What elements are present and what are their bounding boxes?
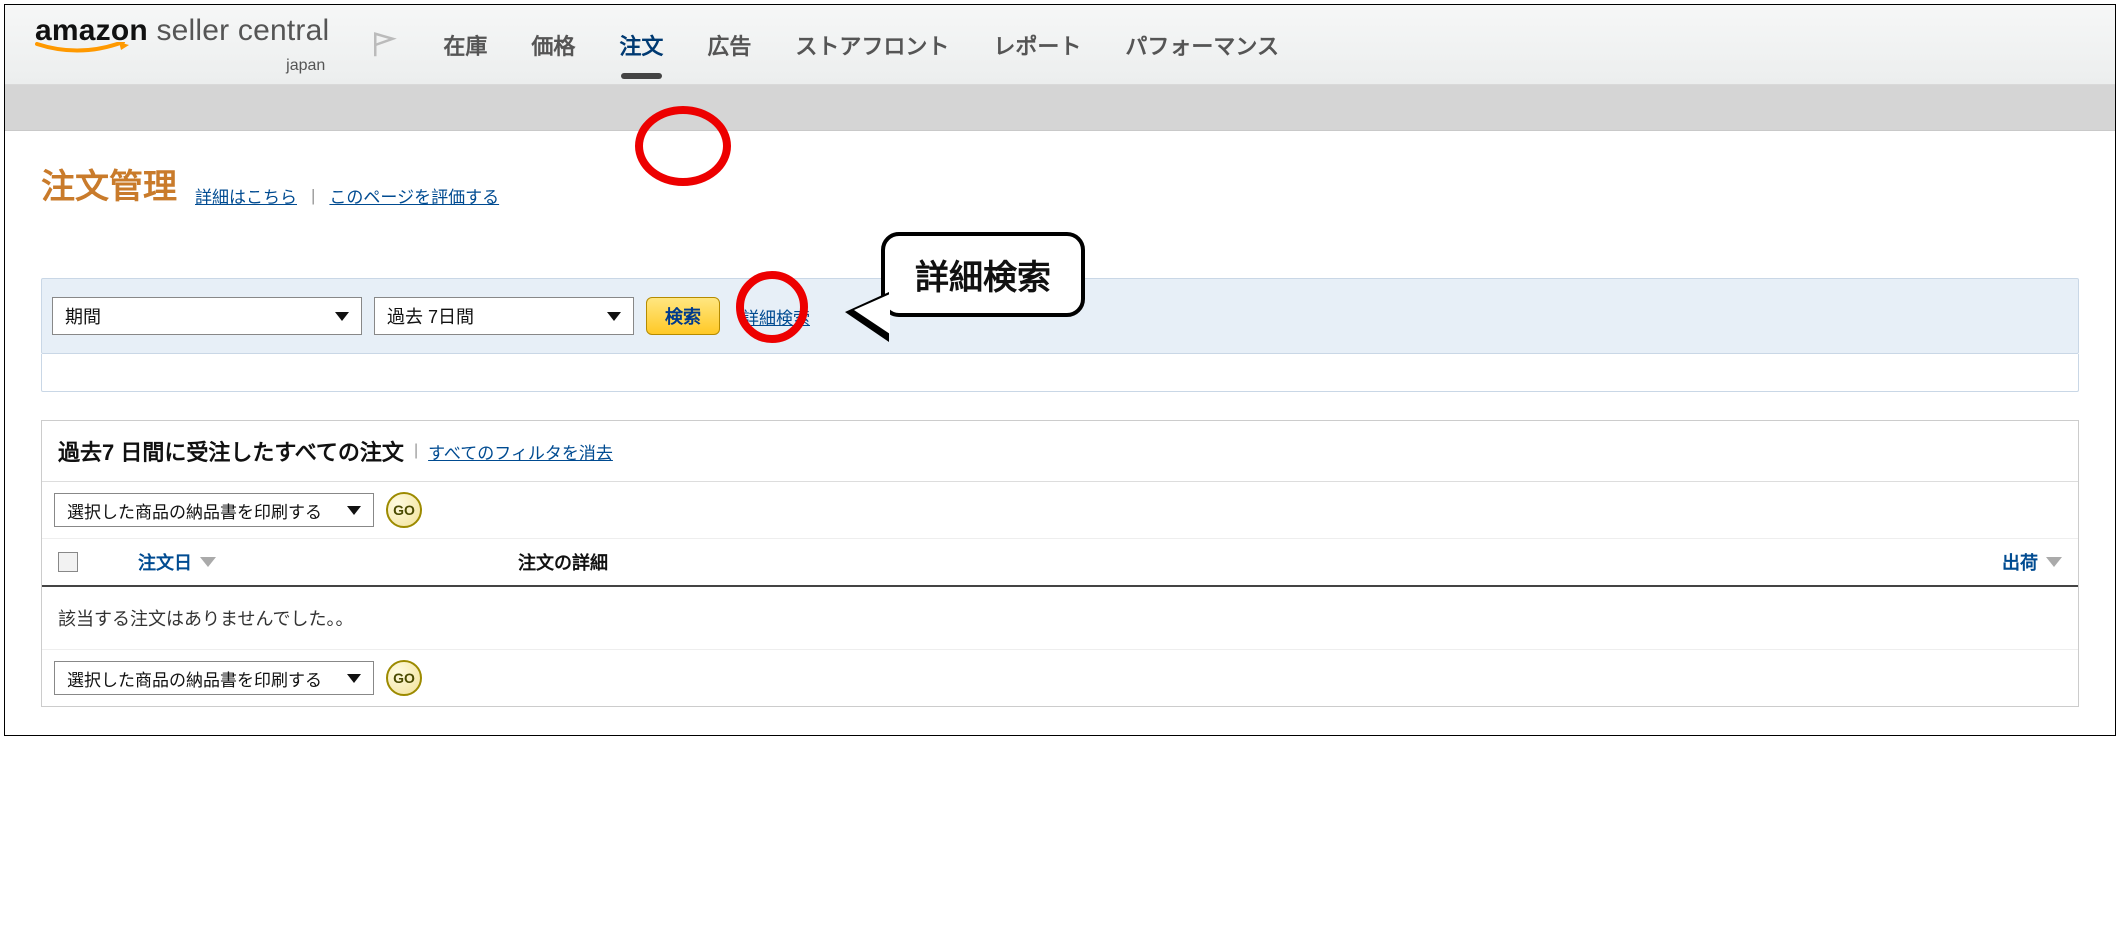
nav-storefront[interactable]: ストアフロント: [791, 23, 953, 67]
empty-state: 該当する注文はありませんでした。。: [42, 587, 2078, 650]
bulk-action-row-bottom: 選択した商品の納品書を印刷する GO: [42, 650, 2078, 706]
separator: |: [311, 186, 315, 206]
annotation-callout: 詳細検索: [881, 232, 1085, 317]
sub-nav-band: [5, 85, 2115, 131]
nav-inventory[interactable]: 在庫: [439, 23, 491, 67]
chevron-down-icon: [347, 506, 361, 515]
page-title: 注文管理: [41, 159, 177, 208]
chevron-down-icon: [335, 312, 349, 321]
separator: |: [414, 442, 418, 460]
col-ship-label: 出荷: [2002, 549, 2038, 575]
nav-performance[interactable]: パフォーマンス: [1121, 23, 1283, 67]
results-panel: 過去7 日間に受注したすべての注文 | すべてのフィルタを消去 選択した商品の納…: [41, 420, 2079, 707]
bulk-action-row-top: 選択した商品の納品書を印刷する GO: [42, 482, 2078, 539]
search-field-value: 期間: [65, 303, 101, 329]
annotation-callout-label: 詳細検索: [881, 232, 1085, 317]
nav-pricing[interactable]: 価格: [527, 23, 579, 67]
flag-icon[interactable]: [369, 30, 399, 60]
logo-text-sc: seller central: [156, 14, 329, 47]
results-heading: 過去7 日間に受注したすべての注文: [58, 435, 404, 467]
col-order-date-label: 注文日: [138, 549, 192, 575]
bulk-action-value: 選択した商品の納品書を印刷する: [67, 666, 322, 691]
bulk-action-select[interactable]: 選択した商品の納品書を印刷する: [54, 493, 374, 527]
col-order-detail-label: 注文の詳細: [518, 549, 608, 575]
table-header: 注文日 注文の詳細 出荷: [42, 539, 2078, 587]
select-all-checkbox[interactable]: [58, 552, 78, 572]
bulk-action-value: 選択した商品の納品書を印刷する: [67, 498, 322, 523]
chevron-down-icon: [347, 674, 361, 683]
col-order-date[interactable]: 注文日: [138, 549, 518, 575]
logo[interactable]: amazon seller central japan: [35, 16, 329, 74]
nav-ads[interactable]: 広告: [703, 23, 755, 67]
clear-filters-link[interactable]: すべてのフィルタを消去: [428, 439, 613, 464]
search-button[interactable]: 検索: [646, 297, 720, 335]
logo-text-japan: japan: [286, 58, 329, 74]
logo-text-amazon: amazon: [35, 14, 148, 47]
bulk-action-select[interactable]: 選択した商品の納品書を印刷する: [54, 661, 374, 695]
search-field-select[interactable]: 期間: [52, 297, 362, 335]
advanced-search-link[interactable]: 詳細検索: [742, 304, 810, 329]
search-range-select[interactable]: 過去 7日間: [374, 297, 634, 335]
chevron-down-icon: [607, 312, 621, 321]
nav-orders[interactable]: 注文: [615, 23, 667, 67]
sort-desc-icon: [2046, 557, 2062, 567]
details-link[interactable]: 詳細はこちら: [195, 183, 297, 208]
go-button[interactable]: GO: [386, 492, 422, 528]
sort-desc-icon: [200, 557, 216, 567]
search-bar-lower: [41, 354, 2079, 392]
col-order-detail: 注文の詳細: [518, 549, 1922, 575]
top-nav: 在庫 価格 注文 広告 ストアフロント レポート パフォーマンス: [439, 23, 1283, 67]
header-bar: amazon seller central japan 在庫 価格 注文 広告 …: [5, 5, 2115, 85]
nav-reports[interactable]: レポート: [989, 23, 1085, 67]
search-range-value: 過去 7日間: [387, 303, 474, 329]
col-ship[interactable]: 出荷: [2002, 549, 2062, 575]
go-button[interactable]: GO: [386, 660, 422, 696]
rate-page-link[interactable]: このページを評価する: [329, 183, 499, 208]
